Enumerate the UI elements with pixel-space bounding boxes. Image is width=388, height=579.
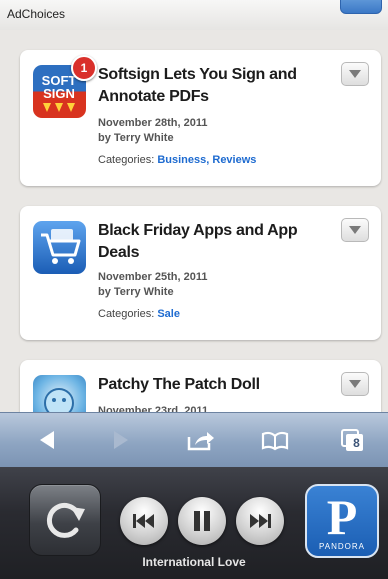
category-link-reviews[interactable]: Reviews (212, 154, 256, 166)
article-card[interactable]: SOFT SIGN 1 Softsign Lets You Sign and A… (20, 50, 381, 186)
chevron-down-icon[interactable] (341, 62, 369, 86)
notification-badge: 1 (71, 55, 97, 81)
tabs-icon[interactable]: 8 (336, 427, 370, 453)
article-card[interactable]: Patchy The Patch Doll November 23rd, 201… (20, 360, 381, 412)
article-date: November 25th, 2011 (98, 271, 208, 283)
rewind-icon (133, 514, 154, 528)
forward-icon[interactable] (104, 427, 138, 453)
chevron-down-icon[interactable] (341, 218, 369, 242)
refresh-icon (47, 502, 85, 538)
browser-toolbar: 8 (0, 412, 388, 468)
share-icon[interactable] (183, 427, 217, 453)
patchy-app-icon (33, 375, 86, 412)
next-track-button[interactable] (236, 497, 284, 545)
article-card[interactable]: Black Friday Apps and App Deals November… (20, 206, 381, 340)
pause-icon (194, 511, 210, 531)
pandora-logo-letter: P (326, 489, 358, 545)
article-categories: Categories: Sale (98, 308, 180, 320)
category-link-business[interactable]: Business (157, 154, 206, 166)
bookmarks-icon[interactable] (258, 427, 292, 453)
rotation-lock-button[interactable] (29, 484, 101, 556)
article-author: by Terry White (98, 286, 174, 298)
article-title[interactable]: Patchy The Patch Doll (98, 374, 323, 396)
article-author: by Terry White (98, 132, 174, 144)
fast-forward-icon (250, 514, 271, 528)
now-playing-title: International Love (142, 555, 246, 569)
category-link-sale[interactable]: Sale (157, 308, 180, 320)
article-feed[interactable]: SOFT SIGN 1 Softsign Lets You Sign and A… (0, 30, 388, 412)
ad-bar[interactable]: AdChoices (0, 0, 388, 31)
article-meta: November 25th, 2011 by Terry White (98, 270, 207, 300)
svg-text:SIGN: SIGN (43, 86, 75, 101)
shopping-cart-app-icon (33, 221, 86, 274)
tabs-count: 8 (353, 436, 360, 450)
previous-track-button[interactable] (120, 497, 168, 545)
categories-label: Categories: (98, 308, 155, 320)
article-meta: November 23rd, 2011 (98, 404, 208, 412)
article-title[interactable]: Black Friday Apps and App Deals (98, 220, 323, 264)
music-controls-dock: P PANDORA International Love (0, 467, 388, 579)
ad-button[interactable] (340, 0, 382, 14)
article-title[interactable]: Softsign Lets You Sign and Annotate PDFs (98, 64, 323, 108)
back-icon[interactable] (30, 427, 64, 453)
article-meta: November 28th, 2011 by Terry White (98, 116, 207, 146)
pandora-app-icon[interactable]: P PANDORA (305, 484, 379, 558)
categories-label: Categories: (98, 154, 155, 166)
pandora-logo-text: PANDORA (319, 542, 365, 551)
ad-choices-label[interactable]: AdChoices (7, 7, 65, 21)
article-date: November 23rd, 2011 (98, 405, 209, 412)
pause-button[interactable] (178, 497, 226, 545)
article-categories: Categories: Business, Reviews (98, 154, 257, 166)
chevron-down-icon[interactable] (341, 372, 369, 396)
article-date: November 28th, 2011 (98, 117, 208, 129)
